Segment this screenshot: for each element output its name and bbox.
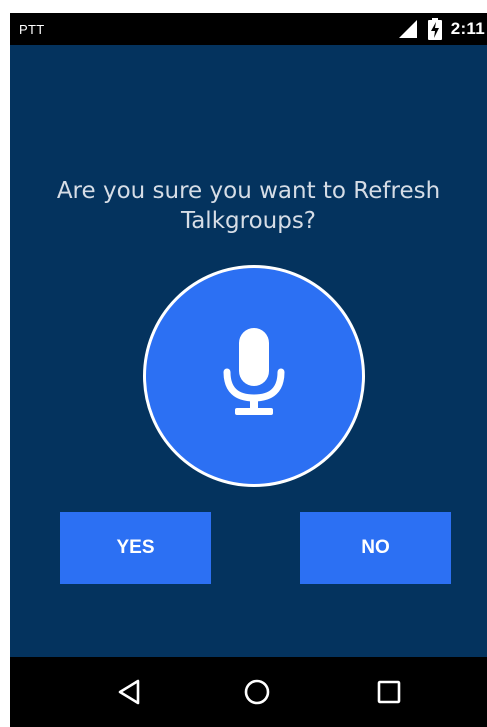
microphone-icon [223,328,285,415]
no-button[interactable]: NO [300,512,451,584]
battery-charging-icon [427,18,442,40]
navigation-bar [10,657,487,727]
status-bar: PTT 2:11 [10,13,487,45]
cell-signal-icon [398,20,417,38]
home-circle-icon[interactable] [242,677,272,707]
status-indicators: 2:11 [397,17,485,41]
dialog-area: Are you sure you want to Refresh Talkgro… [10,45,487,657]
microphone-button[interactable] [143,265,365,487]
back-triangle-icon[interactable] [115,677,145,707]
yes-button[interactable]: YES [60,512,211,584]
status-app-name: PTT [19,22,45,37]
status-time: 2:11 [450,19,485,38]
confirmation-prompt: Are you sure you want to Refresh Talkgro… [56,178,441,234]
phone-screen: PTT 2:11 Are you sure you want to Refres… [10,13,487,727]
recents-square-icon[interactable] [374,677,404,707]
